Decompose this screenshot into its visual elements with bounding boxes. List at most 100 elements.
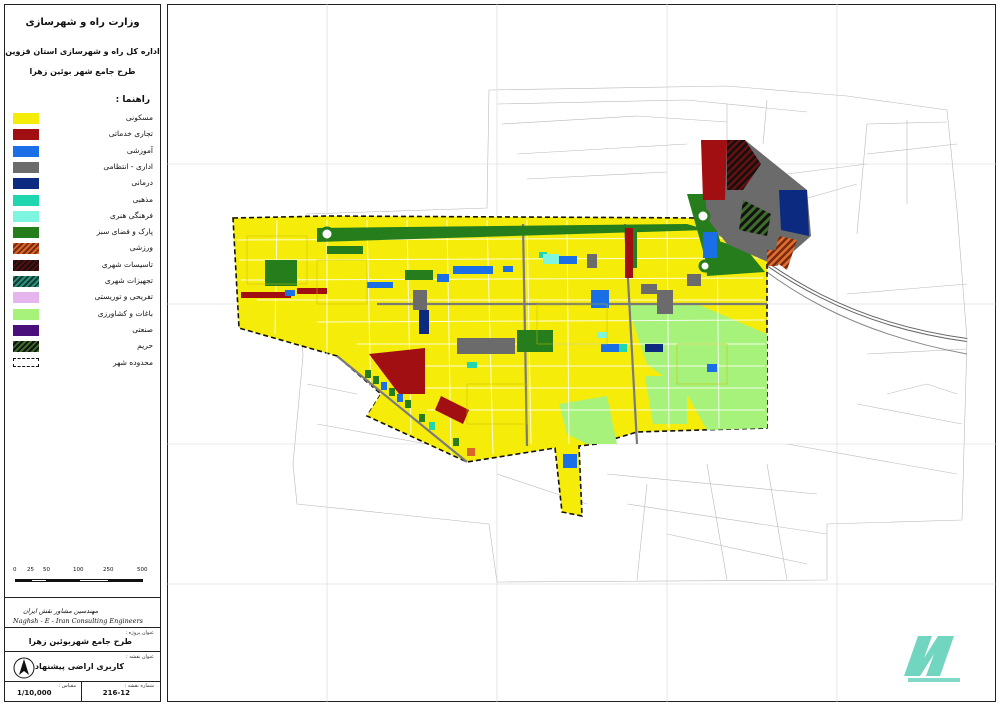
education-zone (707, 364, 717, 372)
legend-swatch (13, 324, 39, 336)
north-arrow-icon (13, 657, 35, 679)
legend-swatch (13, 259, 39, 271)
legend-swatch (13, 227, 39, 239)
divider (5, 651, 160, 652)
legend-swatch (13, 178, 39, 190)
scale-label: 100 (73, 567, 84, 573)
commercial-zone (297, 288, 327, 294)
legend-item: حریم (11, 339, 157, 355)
legend-swatch (13, 161, 39, 173)
divider (81, 681, 82, 701)
religious-site (467, 362, 477, 368)
cultural-site (597, 332, 607, 338)
legend-item: محدوده شهر (11, 356, 157, 372)
legend-label: تجهیزات شهری (104, 276, 153, 285)
legend-item: باغات و کشاورزی (11, 307, 157, 323)
ministry-title: وزارت راه و شهرسازی (25, 17, 140, 28)
legend-label: اداری - انتظامی (103, 161, 153, 171)
legend-label: پارک و فضای سبز (96, 227, 153, 237)
legend-item: درمانی (11, 176, 157, 192)
health-zone (645, 344, 663, 352)
park (517, 330, 553, 352)
project-title: طرح جامع شهر بوئین زهرا (29, 67, 136, 76)
map-caption: عنوان نقشه : (125, 654, 154, 660)
roundabout (319, 226, 335, 242)
legend-label: فرهنگی هنری (110, 210, 153, 220)
education-zone (563, 454, 577, 468)
legend-swatch (13, 145, 39, 157)
scale-label: 25 (27, 567, 34, 573)
legend-swatch (13, 308, 39, 320)
administrative-zone (657, 290, 673, 314)
scale-label: 500 (137, 567, 148, 573)
health-zone (419, 310, 429, 334)
education-zone (453, 266, 493, 274)
legend-swatch (13, 357, 39, 367)
administrative-zone (413, 290, 427, 310)
education-zone (591, 290, 609, 308)
legend-item: صنعتی (11, 323, 157, 339)
legend-swatch (13, 194, 39, 206)
legend-swatch (13, 210, 39, 222)
administrative-zone (687, 274, 701, 286)
project-name: طرح جامع شهربوئین زهرا (28, 637, 132, 646)
legend-item: مسکونی (11, 111, 157, 127)
legend-swatch (13, 276, 39, 287)
legend-label: آموزشی (126, 145, 153, 155)
scale-label: 0 (13, 567, 17, 573)
project-caption: عنوان پروژه : (125, 630, 154, 636)
legend-item: تاسیسات شهری (11, 258, 157, 274)
education-zone (367, 282, 393, 288)
legend-swatch (13, 129, 39, 141)
park (265, 260, 297, 286)
divider (5, 681, 160, 682)
sheet-number: 216-12 (102, 689, 130, 697)
legend-label: تجاری خدماتی (108, 129, 153, 139)
roundabout (698, 259, 712, 273)
legend-item: مذهبی (11, 193, 157, 209)
legend-swatch (13, 113, 39, 124)
education-zone (503, 266, 513, 272)
consultant-name-en: Naghsh - E - Iran Consulting Engineers (13, 617, 143, 625)
divider (5, 597, 160, 598)
legend-label: صنعتی (132, 324, 153, 334)
legend-swatch (13, 292, 39, 304)
legend-item: ورزشی (11, 241, 157, 257)
commercial-zone (241, 292, 291, 298)
health-zone (779, 190, 809, 236)
legend-item: آموزشی (11, 144, 157, 160)
legend-label: باغات و کشاورزی (97, 308, 153, 318)
legend-label: درمانی (131, 178, 153, 188)
legend-item: تجاری خدماتی (11, 127, 157, 143)
legend-label: مسکونی (125, 113, 153, 122)
scale-bar: 0 25 50 100 250 500 (13, 567, 153, 587)
legend-label: تفریحی و توریستی (94, 292, 153, 302)
legend-label: حریم (137, 341, 153, 351)
legend-item: اداری - انتظامی (11, 160, 157, 176)
legend-item: پارک و فضای سبز (11, 225, 157, 241)
consultant-name-fa: مهندسین مشاور نقش ایران (23, 607, 99, 615)
map-title: کاربری اراضی پیشنهادی (27, 662, 124, 671)
education-zone (437, 274, 449, 282)
legend-swatch (13, 341, 39, 353)
administrative-zone (457, 338, 515, 354)
legend-item: تفریحی و توریستی (11, 290, 157, 306)
map-sheet: وزارت راه و شهرسازی اداره کل راه و شهرسا… (0, 0, 1000, 707)
education-zone (285, 290, 295, 296)
education-zone (703, 232, 717, 258)
religious-site (619, 344, 627, 352)
legend-item: تجهیزات شهری (11, 274, 157, 290)
legend-label: محدوده شهر (113, 357, 153, 367)
scale-caption: مقیاس : (58, 683, 76, 689)
sports-zone (767, 250, 777, 266)
education-zone (601, 344, 619, 352)
legend-item: فرهنگی هنری (11, 209, 157, 225)
park (405, 270, 433, 280)
land-use-map (167, 4, 996, 702)
scale-label: 250 (103, 567, 114, 573)
scale-label: 50 (43, 567, 50, 573)
legend-label: مذهبی (132, 194, 153, 204)
administrative-zone (587, 254, 597, 268)
administrative-zone (641, 284, 657, 294)
divider (5, 627, 160, 628)
